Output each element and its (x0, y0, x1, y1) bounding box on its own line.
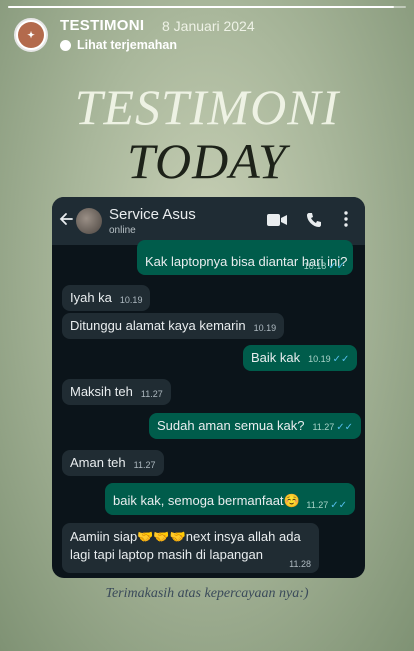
message-time: 10.19 (253, 323, 277, 333)
chat-screenshot: Service Asus online Kak laptopnya bisa d… (52, 197, 365, 578)
read-receipt-icon: ✓✓ (332, 354, 350, 365)
message-bubble-incoming[interactable]: Aman teh 11.27 (62, 450, 164, 476)
message-bubble-outgoing[interactable]: baik kak, semoga bermanfaat☺️ 11.27 ✓✓ (105, 483, 355, 515)
title-line-1: TESTIMONI (74, 79, 340, 135)
title-line-2: TODAY (127, 133, 287, 189)
account-name[interactable]: TESTIMONI (60, 17, 144, 34)
message-text: Baik kak (251, 350, 301, 365)
story-progress-bar (8, 6, 406, 8)
time-value: 10.18 (303, 261, 327, 271)
message-time: 11.27 ✓✓ (312, 422, 353, 433)
message-text-line-1: Aamiin siap🤝🤝🤝next insya allah ada (70, 529, 301, 544)
story-date: 8 Januari 2024 (162, 18, 255, 34)
story-header: ✦ TESTIMONI 8 Januari 2024 Lihat terjema… (14, 16, 404, 56)
translate-link[interactable]: Lihat terjemahan (60, 38, 177, 52)
message-bubble-incoming[interactable]: Maksih teh 11.27 (62, 379, 171, 405)
message-time: 10.19 (119, 295, 143, 305)
message-time: 11.27 ✓✓ (306, 500, 347, 511)
read-receipt-icon: ✓✓ (328, 261, 345, 272)
message-text: baik kak, semoga bermanfaat☺️ (113, 493, 300, 508)
translate-icon (60, 39, 71, 51)
message-bubble-outgoing[interactable]: Baik kak 10.19 ✓✓ (243, 345, 358, 371)
contact-avatar[interactable] (76, 208, 102, 234)
contact-name[interactable]: Service Asus (109, 206, 196, 223)
footer-caption: Terimakasih atas kepercayaan nya:) (105, 586, 309, 601)
message-time: 11.28 (289, 559, 311, 569)
phone-call-icon[interactable] (306, 212, 322, 228)
video-call-icon[interactable] (267, 213, 287, 227)
message-text-line-2: lagi tapi laptop masih di lapangan (70, 547, 263, 562)
contact-status: online (109, 225, 136, 236)
story-progress-fill (8, 6, 395, 8)
chat-header: Service Asus online (52, 197, 365, 245)
time-value: 11.27 (312, 422, 335, 432)
message-list: Kak laptopnya bisa diantar hari ini? 10.… (52, 240, 365, 578)
message-text: Aman teh (70, 455, 126, 470)
message-bubble-incoming[interactable]: Aamiin siap🤝🤝🤝next insya allah ada lagi … (62, 523, 319, 573)
message-bubble-outgoing[interactable]: Sudah aman semua kak? 11.27 ✓✓ (149, 413, 362, 439)
message-text: Iyah ka (70, 290, 112, 305)
message-time: 10.18 ✓✓ (304, 261, 345, 272)
avatar-logo-icon: ✦ (18, 22, 44, 48)
message-time: 10.19 ✓✓ (308, 354, 349, 365)
avatar[interactable]: ✦ (14, 18, 48, 52)
message-text: Maksih teh (70, 384, 133, 399)
message-time: 11.27 (133, 460, 156, 470)
read-receipt-icon: ✓✓ (330, 500, 347, 511)
time-value: 10.19 (308, 354, 331, 364)
translate-label: Lihat terjemahan (77, 38, 178, 52)
message-bubble-incoming[interactable]: Iyah ka 10.19 (62, 285, 151, 311)
message-bubble-outgoing[interactable]: Kak laptopnya bisa diantar hari ini? 10.… (137, 240, 353, 275)
message-bubble-incoming[interactable]: Ditunggu alamat kaya kemarin 10.19 (62, 313, 285, 339)
time-value: 11.27 (306, 500, 329, 510)
message-text: Ditunggu alamat kaya kemarin (70, 318, 246, 333)
read-receipt-icon: ✓✓ (336, 422, 354, 433)
message-time: 11.27 (140, 389, 163, 399)
back-arrow-icon[interactable] (58, 211, 74, 227)
more-options-icon[interactable] (344, 211, 348, 227)
message-text: Sudah aman semua kak? (157, 418, 305, 433)
